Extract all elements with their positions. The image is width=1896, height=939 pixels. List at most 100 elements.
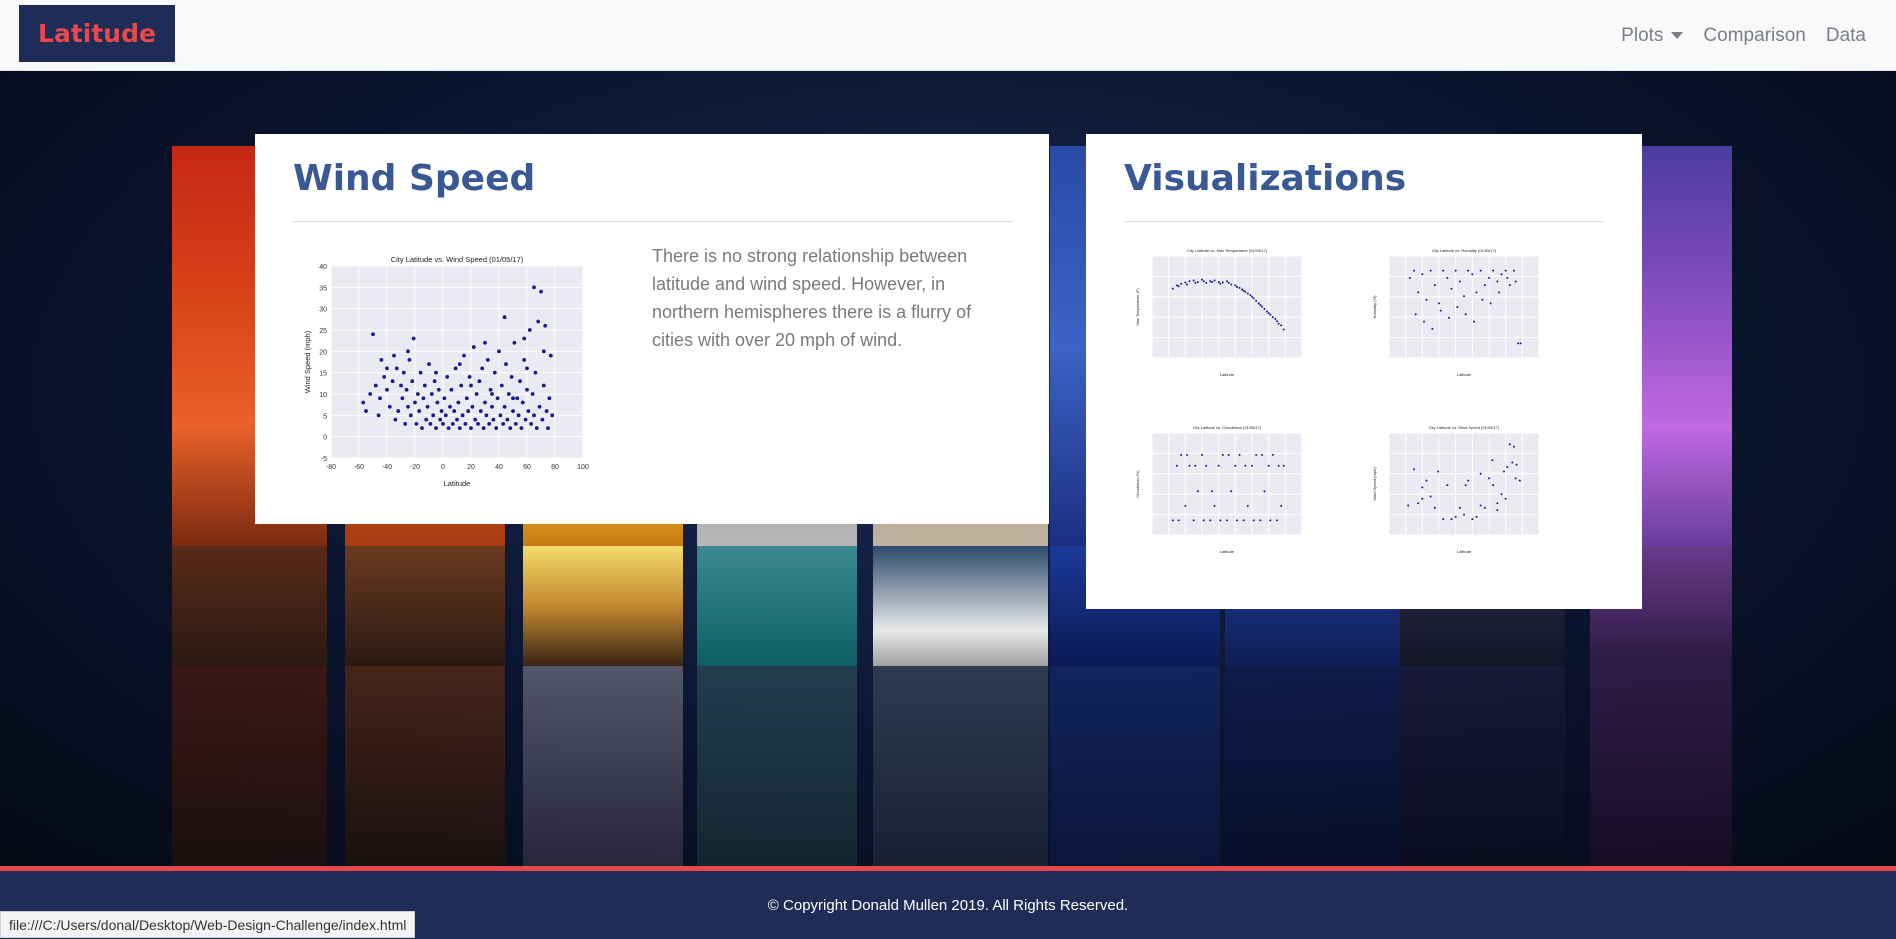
- thumbnail-humidity[interactable]: City Latitude vs. Humidity (01/05/17) Lat…: [1369, 248, 1549, 378]
- data-point: [1429, 495, 1432, 498]
- data-point: [1263, 308, 1266, 311]
- data-point: [484, 413, 489, 418]
- data-point: [1496, 280, 1499, 283]
- data-point: [1491, 459, 1494, 462]
- data-point: [1271, 316, 1274, 319]
- data-point: [516, 413, 521, 418]
- data-point: [1280, 504, 1283, 507]
- brand-logo[interactable]: Latitude: [19, 5, 175, 62]
- data-point: [540, 417, 545, 422]
- data-point: [438, 417, 443, 422]
- data-point: [1282, 464, 1285, 467]
- data-point: [1251, 464, 1253, 467]
- data-point: [1437, 470, 1440, 473]
- data-point: [1230, 490, 1233, 493]
- data-point: [1255, 453, 1258, 456]
- data-point: [522, 357, 527, 362]
- temperature-plot-svg: City Latitude vs. Max Temperature (01/05…: [1135, 248, 1303, 377]
- x-tick-label: -80: [326, 464, 336, 471]
- caret-down-icon: [1671, 32, 1684, 39]
- data-point: [1450, 518, 1453, 521]
- data-point: [1217, 464, 1220, 467]
- data-point: [532, 285, 536, 290]
- data-point: [1421, 497, 1424, 500]
- data-point: [1194, 464, 1197, 467]
- data-point: [477, 379, 482, 384]
- thumbnail-temperature[interactable]: City Latitude vs. Max Temperature (01/05…: [1132, 248, 1312, 378]
- data-point: [407, 357, 412, 362]
- data-point: [387, 404, 392, 409]
- data-point: [511, 409, 515, 413]
- data-point: [457, 426, 462, 431]
- y-axis-label: Humidity (%): [1372, 295, 1377, 319]
- data-point: [393, 417, 398, 422]
- data-point: [467, 375, 472, 379]
- wind-speed-thumb-svg: City Latitude vs. Wind Speed (01/05/17) L…: [1372, 425, 1540, 554]
- data-point: [1421, 273, 1424, 276]
- data-point: [547, 396, 552, 401]
- data-point: [505, 417, 510, 422]
- data-point: [420, 426, 424, 431]
- data-point: [1261, 453, 1263, 456]
- data-point: [1515, 463, 1518, 466]
- data-point: [456, 400, 461, 405]
- data-point: [453, 366, 458, 371]
- data-point: [408, 413, 413, 418]
- data-point: [432, 379, 437, 384]
- data-point: [1226, 519, 1228, 522]
- data-point: [439, 409, 444, 413]
- data-point: [1192, 519, 1195, 522]
- data-point: [1274, 317, 1277, 320]
- data-point: [457, 362, 462, 367]
- x-axis-label: Latitude: [1220, 372, 1235, 377]
- data-point: [1277, 322, 1280, 325]
- thumbnail-wind-speed[interactable]: City Latitude vs. Wind Speed (01/05/17) L…: [1369, 425, 1549, 555]
- data-point: [1413, 269, 1415, 272]
- nav-menu: Plots Comparison Data: [1611, 0, 1876, 71]
- data-point: [1211, 281, 1213, 284]
- data-point: [427, 362, 431, 367]
- chart-title: City Latitude vs. Wind Speed (01/05/17): [1429, 425, 1500, 430]
- data-point: [508, 426, 513, 431]
- data-point: [1438, 302, 1440, 305]
- humidity-plot-svg: City Latitude vs. Humidity (01/05/17) Lat…: [1372, 248, 1540, 377]
- data-point: [1249, 294, 1252, 297]
- data-point: [1267, 312, 1270, 315]
- nav-item-comparison[interactable]: Comparison: [1693, 25, 1815, 47]
- y-tick-label: 40: [319, 264, 327, 271]
- plot-area: [331, 266, 583, 458]
- data-point: [1463, 513, 1465, 516]
- data-point: [1221, 453, 1224, 456]
- data-point: [548, 353, 553, 358]
- data-point: [1500, 493, 1503, 496]
- y-tick-label: 5: [323, 413, 327, 420]
- data-point: [1450, 287, 1453, 290]
- data-point: [1500, 273, 1503, 276]
- data-point: [428, 421, 433, 426]
- data-point: [527, 328, 532, 332]
- plot-area: [1389, 433, 1539, 535]
- data-point: [376, 413, 381, 418]
- data-point: [1483, 284, 1486, 287]
- data-point: [532, 413, 536, 418]
- data-point: [1439, 309, 1442, 312]
- data-point: [502, 404, 507, 409]
- thumbnail-cloudiness[interactable]: City Latitude vs. Cloudiness (01/05/17) L…: [1132, 425, 1312, 555]
- data-point: [481, 426, 486, 431]
- data-point: [1251, 295, 1253, 298]
- data-point: [525, 387, 529, 392]
- data-point: [446, 426, 451, 431]
- data-point: [441, 421, 445, 426]
- nav-item-data[interactable]: Data: [1816, 25, 1876, 47]
- data-point: [1201, 278, 1203, 281]
- data-point: [1234, 284, 1237, 287]
- data-point: [382, 375, 387, 379]
- divider: [1124, 221, 1604, 222]
- data-point: [483, 340, 487, 345]
- x-tick-label: 100: [577, 464, 589, 471]
- data-point: [1186, 283, 1188, 286]
- data-point: [413, 400, 417, 405]
- data-point: [1513, 445, 1515, 448]
- nav-item-plots[interactable]: Plots: [1611, 25, 1693, 47]
- data-point: [1196, 490, 1199, 493]
